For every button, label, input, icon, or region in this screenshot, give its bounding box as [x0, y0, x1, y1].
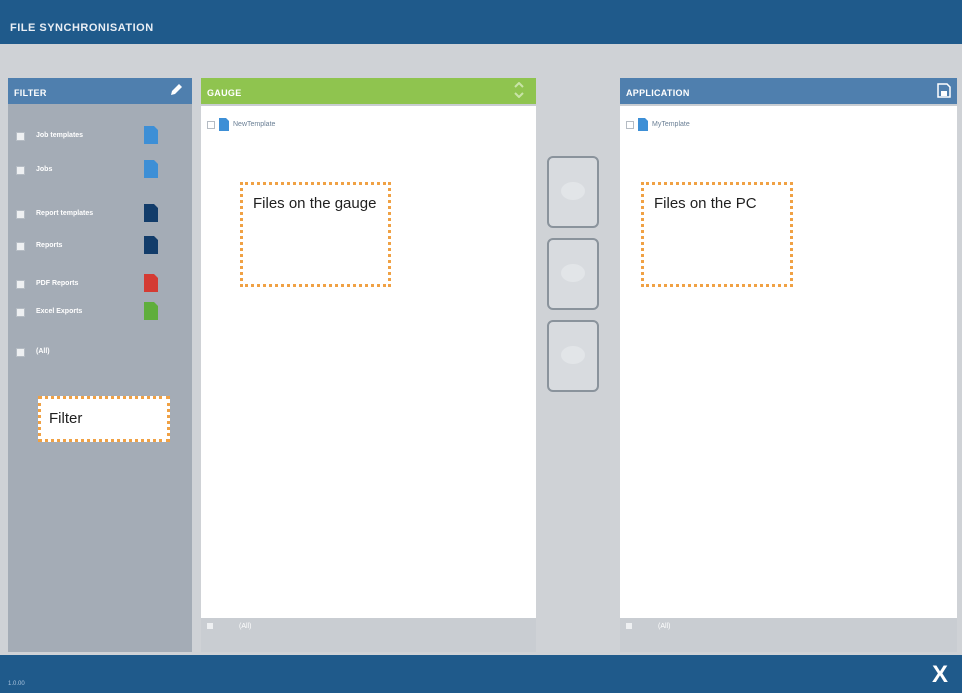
gauge-callout: Files on the gauge — [240, 182, 391, 287]
excel-icon — [144, 302, 158, 320]
pencil-icon[interactable] — [168, 82, 184, 98]
bottom-bar: 1.0.00 X — [0, 655, 962, 693]
checkbox[interactable] — [16, 166, 25, 175]
transfer-to-gauge-button[interactable] — [547, 238, 599, 310]
filter-header: FILTER — [8, 78, 192, 104]
application-title: APPLICATION — [626, 88, 690, 98]
title-bar: FILE SYNCHRONISATION — [0, 0, 962, 44]
file-name: NewTemplate — [233, 121, 276, 128]
gauge-panel: GAUGE NewTemplate (All) — [201, 78, 536, 652]
checkbox[interactable] — [16, 280, 25, 289]
filter-item-jobs[interactable]: Jobs — [16, 160, 186, 180]
file-icon — [219, 118, 229, 131]
pdf-icon — [144, 274, 158, 292]
checkbox[interactable] — [207, 623, 213, 630]
filter-item-excel-exports[interactable]: Excel Exports — [16, 302, 186, 322]
file-icon — [638, 118, 648, 131]
close-button[interactable]: X — [932, 661, 948, 689]
checkbox[interactable] — [16, 242, 25, 251]
checkbox[interactable] — [16, 210, 25, 219]
file-icon — [144, 160, 158, 178]
sort-icon[interactable] — [512, 82, 526, 98]
arrow-icon — [561, 182, 585, 200]
filter-item-job-templates[interactable]: Job templates — [16, 126, 186, 146]
delete-icon — [561, 346, 585, 364]
filter-title: FILTER — [14, 88, 47, 98]
application-panel: APPLICATION MyTemplate (All) — [620, 78, 957, 652]
arrow-icon — [561, 264, 585, 282]
delete-button[interactable] — [547, 320, 599, 392]
filter-item-all[interactable]: (All) — [16, 342, 186, 362]
checkbox[interactable] — [16, 308, 25, 317]
pc-callout: Files on the PC — [641, 182, 793, 287]
filter-panel: FILTER Job templates Jobs Report templat… — [8, 78, 192, 652]
checkbox[interactable] — [16, 132, 25, 141]
checkbox[interactable] — [207, 121, 215, 129]
checkbox[interactable] — [626, 121, 634, 129]
checkbox[interactable] — [626, 623, 632, 630]
gauge-title: GAUGE — [207, 88, 242, 98]
checkbox[interactable] — [16, 348, 25, 357]
save-icon[interactable] — [937, 83, 951, 98]
application-select-all[interactable]: (All) — [626, 623, 670, 630]
filter-item-reports[interactable]: Reports — [16, 236, 186, 256]
filter-item-report-templates[interactable]: Report templates — [16, 204, 186, 224]
filter-item-pdf-reports[interactable]: PDF Reports — [16, 274, 186, 294]
file-icon — [144, 126, 158, 144]
window-title: FILE SYNCHRONISATION — [10, 22, 154, 34]
filter-callout: Filter — [38, 396, 170, 442]
application-header: APPLICATION — [620, 78, 957, 104]
file-icon — [144, 236, 158, 254]
gauge-header: GAUGE — [201, 78, 536, 104]
version-label: 1.0.00 — [8, 681, 25, 687]
gauge-select-all[interactable]: (All) — [207, 623, 251, 630]
file-icon — [144, 204, 158, 222]
transfer-to-pc-button[interactable] — [547, 156, 599, 228]
file-name: MyTemplate — [652, 121, 690, 128]
